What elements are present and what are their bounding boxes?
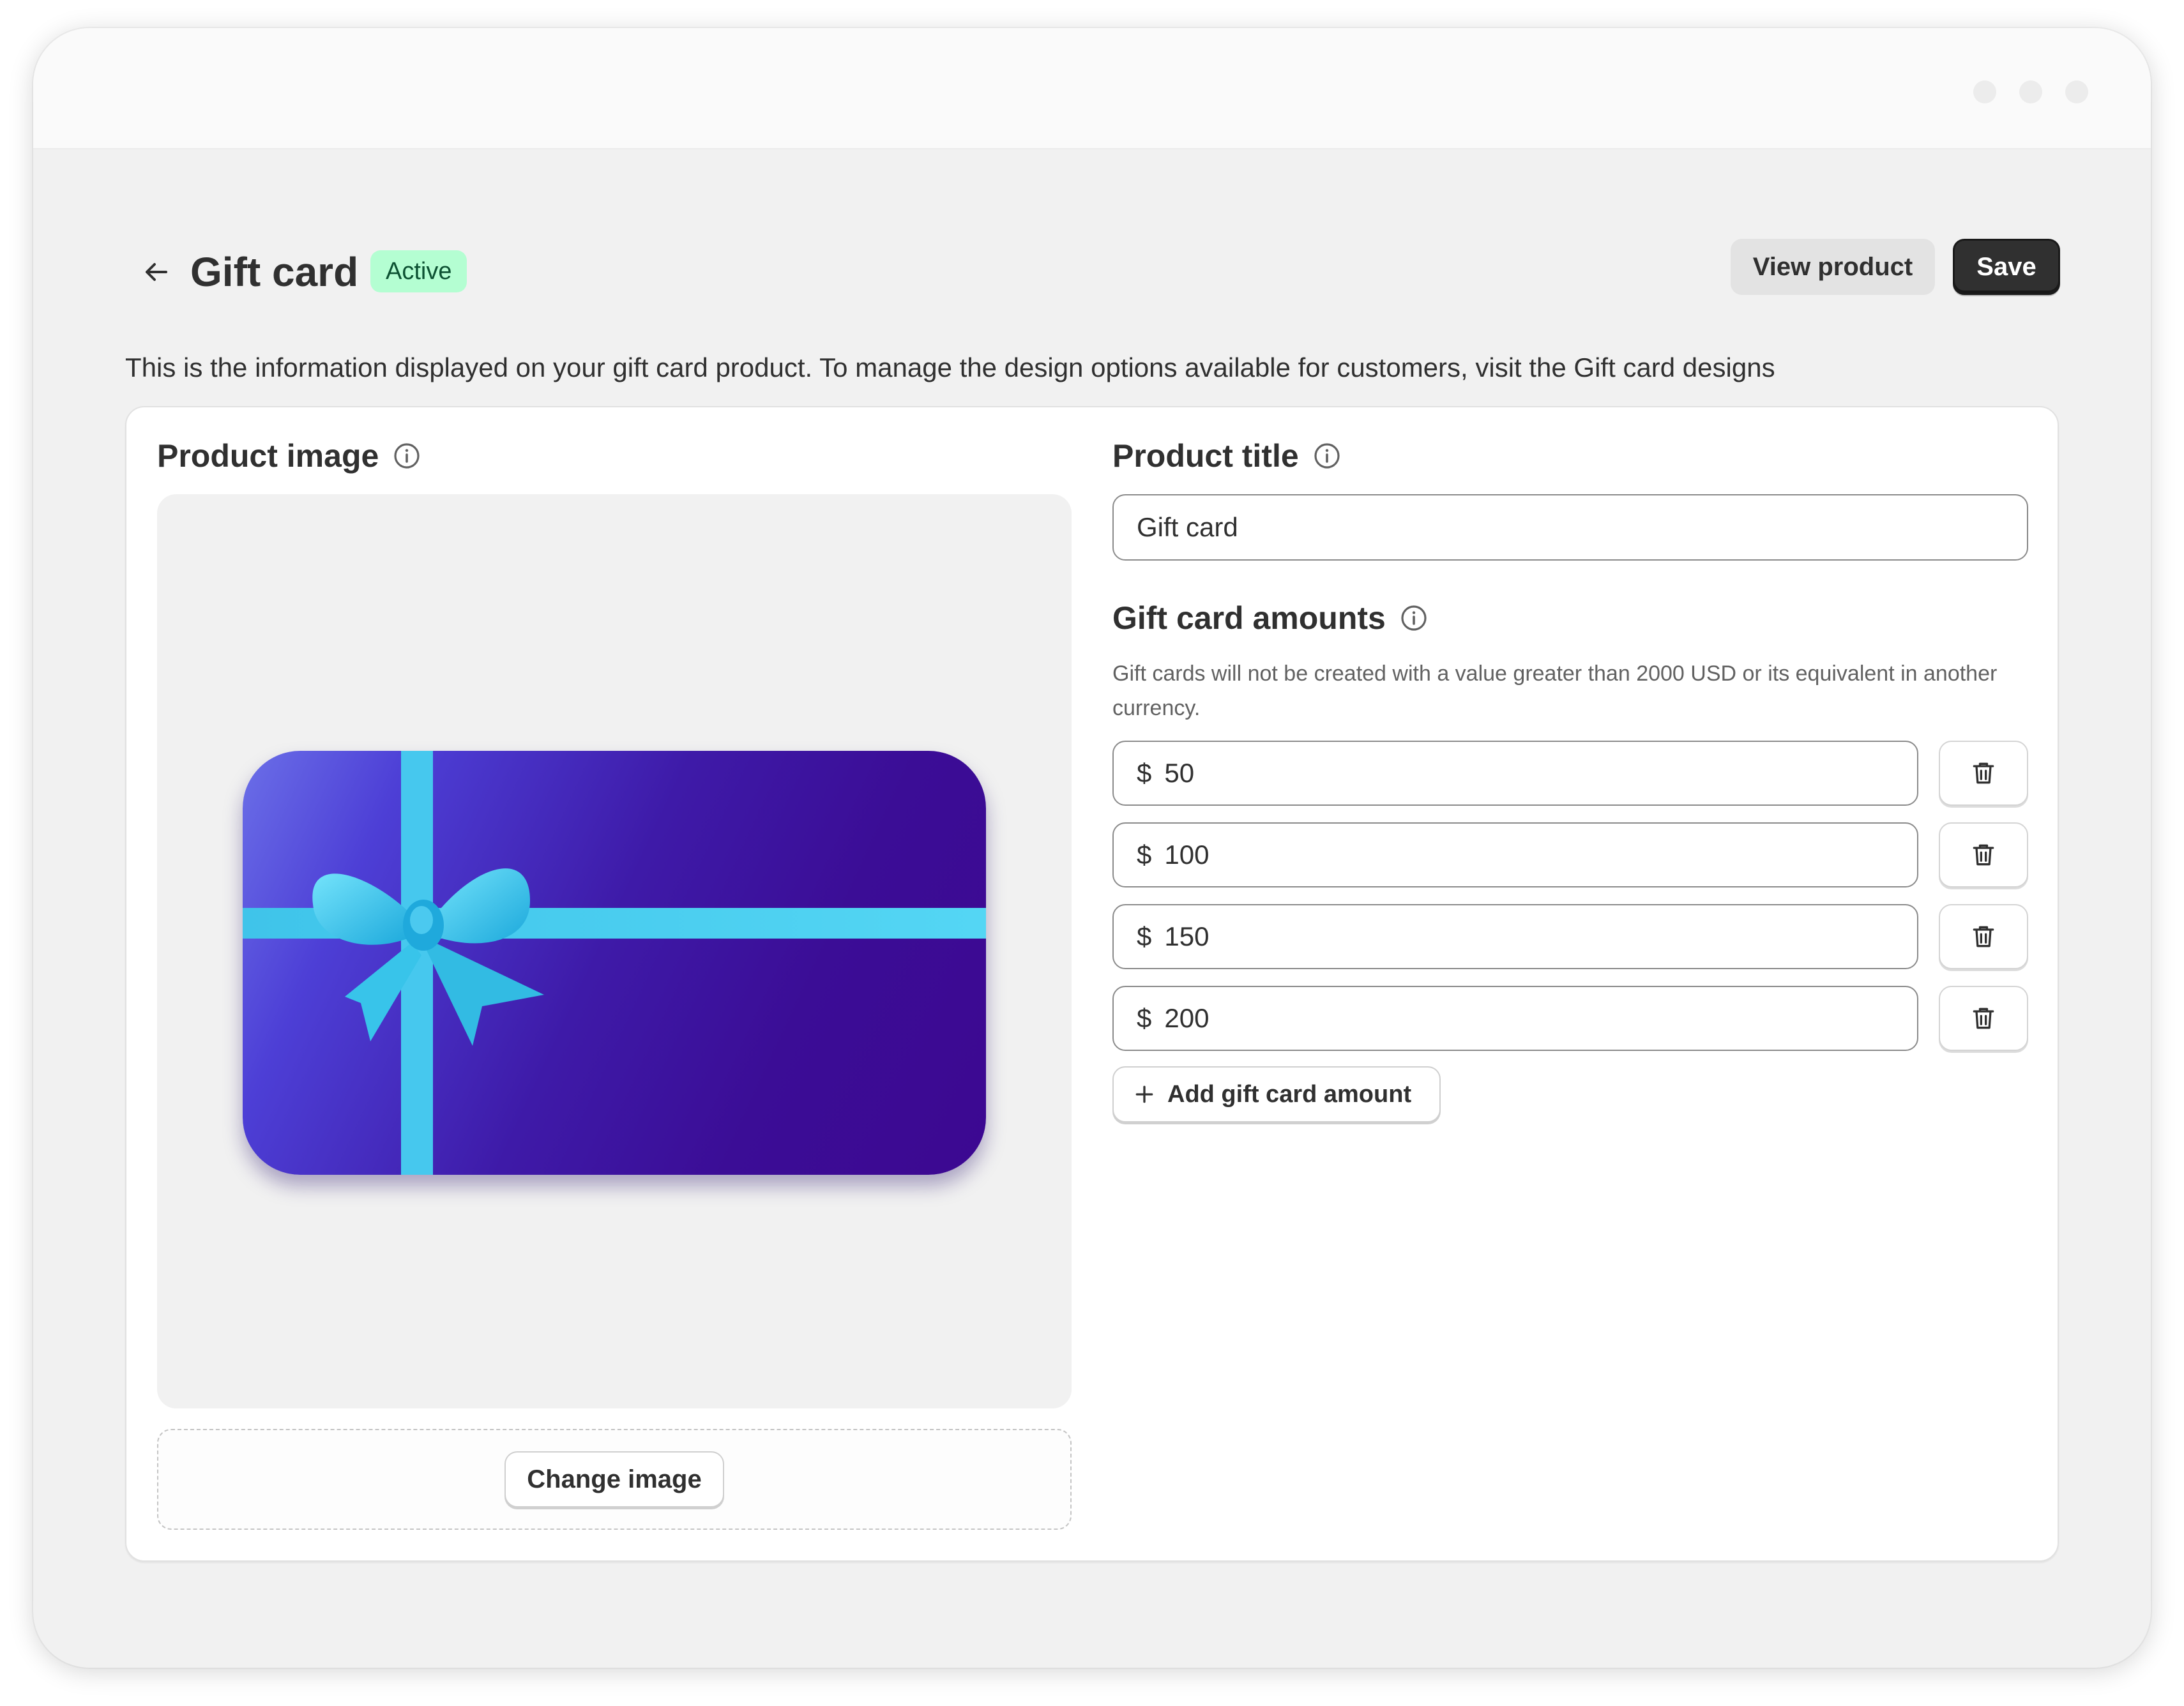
product-title-field[interactable]	[1112, 494, 2028, 561]
currency-symbol: $	[1137, 921, 1152, 951]
page-header: Gift card Active View product Save	[33, 239, 2151, 315]
plus-icon	[1135, 1085, 1153, 1103]
gift-card-amount-field[interactable]: $	[1112, 741, 1918, 806]
product-title-heading-label: Product title	[1112, 438, 1299, 474]
gift-card-amount-field[interactable]: $	[1112, 822, 1918, 887]
gift-card-amounts-heading-label: Gift card amounts	[1112, 600, 1386, 636]
product-title-heading: Product title	[1112, 433, 1342, 479]
window-control-dot[interactable]	[2065, 80, 2088, 103]
currency-symbol: $	[1137, 840, 1152, 870]
window-control-dot[interactable]	[1973, 80, 1996, 103]
gift-card-amount-input[interactable]	[1164, 921, 1917, 952]
trash-icon	[1973, 1008, 1994, 1029]
gift-card-amounts-helper-text: Gift cards will not be created with a va…	[1112, 661, 1998, 720]
arrow-left-icon	[146, 263, 167, 281]
product-image-preview	[157, 494, 1072, 1408]
app-window: Gift card Active View product Save This …	[33, 28, 2151, 1668]
trash-icon	[1973, 844, 1994, 866]
delete-amount-button[interactable]	[1939, 986, 2028, 1051]
gift-card-amount-field[interactable]: $	[1112, 986, 1918, 1051]
currency-symbol: $	[1137, 1003, 1152, 1033]
window-control-dot[interactable]	[2019, 80, 2042, 103]
status-badge: Active	[370, 250, 467, 292]
page-title: Gift card	[190, 249, 359, 295]
info-icon[interactable]	[1399, 603, 1429, 633]
change-image-dropzone[interactable]: Change image	[157, 1429, 1072, 1530]
info-icon[interactable]	[391, 441, 422, 471]
ribbon-bow-icon	[243, 751, 986, 1175]
page-description: This is the information displayed on you…	[125, 352, 1775, 382]
product-image-heading-label: Product image	[157, 438, 379, 474]
info-icon[interactable]	[1312, 441, 1342, 471]
view-product-button[interactable]: View product	[1731, 239, 1935, 295]
change-image-button[interactable]: Change image	[504, 1451, 724, 1507]
product-image-heading: Product image	[157, 433, 422, 479]
back-button[interactable]	[135, 252, 176, 292]
save-button[interactable]: Save	[1953, 239, 2060, 295]
delete-amount-button[interactable]	[1939, 741, 2028, 806]
add-gift-card-amount-button[interactable]: Add gift card amount	[1112, 1066, 1441, 1122]
gift-card-amounts-heading: Gift card amounts	[1112, 595, 1429, 641]
gift-card-amount-input[interactable]	[1164, 1003, 1917, 1034]
gift-card-image	[243, 751, 986, 1175]
gift-card-form-card: Product image Change image Product title…	[125, 406, 2059, 1562]
product-title-input[interactable]	[1137, 512, 2027, 543]
window-titlebar	[33, 28, 2151, 149]
gift-card-amount-input[interactable]	[1164, 758, 1917, 789]
gift-card-amount-field[interactable]: $	[1112, 904, 1918, 969]
currency-symbol: $	[1137, 758, 1152, 788]
add-gift-card-amount-label: Add gift card amount	[1167, 1080, 1412, 1108]
gift-card-amount-input[interactable]	[1164, 840, 1917, 870]
trash-icon	[1973, 762, 1994, 784]
delete-amount-button[interactable]	[1939, 904, 2028, 969]
delete-amount-button[interactable]	[1939, 822, 2028, 887]
trash-icon	[1973, 926, 1994, 947]
